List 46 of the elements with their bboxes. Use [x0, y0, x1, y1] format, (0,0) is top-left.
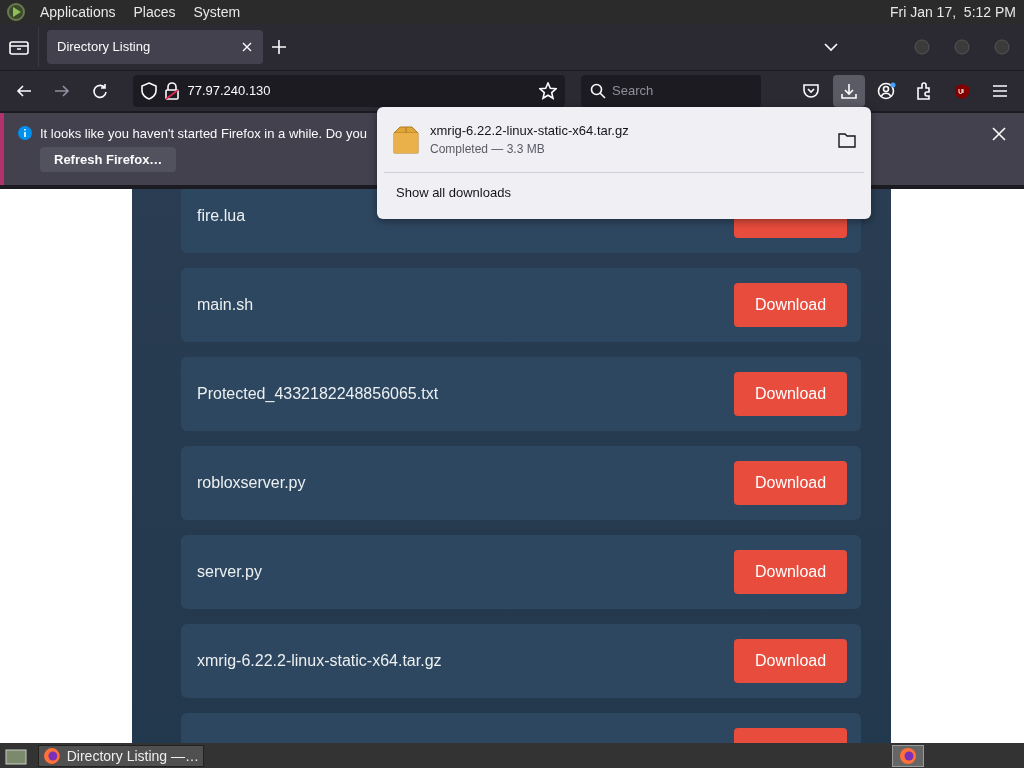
browser-logo-icon[interactable] [899, 746, 917, 765]
download-button[interactable]: Download [734, 460, 847, 505]
reload-icon[interactable] [90, 81, 109, 100]
panel-menu[interactable]: Applications [36, 3, 120, 20]
file-name: fire.lua [197, 206, 246, 225]
taskbar-window-button[interactable]: Directory Listing —… [38, 744, 204, 767]
download-icon [839, 81, 858, 100]
download-button[interactable]: Download [734, 549, 847, 594]
lock-icon [165, 81, 180, 100]
address-bar[interactable]: 77.97.240.130 [133, 74, 566, 107]
notification-message: It looks like you haven't started Firefox in a while. Do you [40, 125, 367, 141]
package-icon [392, 124, 420, 155]
bookmark-star-icon[interactable] [539, 81, 558, 100]
download-file-name: xmrig-6.22.2-linux-static-x64.tar.gz [430, 123, 630, 138]
search-field[interactable]: Search [581, 74, 762, 107]
browser-logo-icon [43, 746, 61, 765]
refresh-firefox-button[interactable]: Refresh Firefox… [40, 146, 177, 172]
show-all-downloads-link[interactable]: Show all downloads [384, 173, 523, 212]
browser-tab[interactable]: Directory Listing [47, 29, 263, 64]
panel-menu[interactable]: System [189, 3, 245, 20]
pocket-icon[interactable] [801, 81, 820, 100]
panel-menu[interactable]: Places [129, 3, 180, 20]
download-item[interactable]: xmrig-6.22.2-linux-static-x64.tar.gz Completed — 3.3 MB [384, 107, 864, 173]
file-name: xmrig-6.22.2-linux-static-x64.tar.gz [197, 651, 442, 670]
clock[interactable]: Fri Jan 17, 5:12 PM [889, 3, 1016, 20]
shield-badge-icon[interactable] [954, 82, 971, 99]
chevron-down-icon[interactable] [824, 41, 838, 52]
download-button[interactable]: Download [734, 371, 847, 416]
file-name: server.py [197, 562, 262, 581]
info-icon [18, 126, 32, 141]
distro-logo-icon[interactable] [6, 1, 26, 22]
file-name: robloxserver.py [197, 473, 306, 492]
file-name: Protected_4332182248856065.txt [197, 384, 439, 403]
search-icon [590, 82, 607, 99]
shield-icon [141, 81, 158, 100]
download-button[interactable]: Download [734, 282, 847, 327]
close-icon[interactable] [992, 126, 1006, 141]
downloads-button[interactable] [832, 74, 865, 107]
account-icon[interactable] [876, 81, 897, 100]
folder-icon[interactable] [838, 131, 856, 148]
file-name: main.sh [197, 295, 254, 314]
close-icon[interactable] [241, 40, 253, 53]
menu-icon[interactable] [991, 82, 1010, 99]
new-tab-icon[interactable] [271, 38, 287, 55]
download-button[interactable]: Download [734, 638, 847, 683]
download-status: Completed — 3.3 MB [430, 142, 546, 156]
